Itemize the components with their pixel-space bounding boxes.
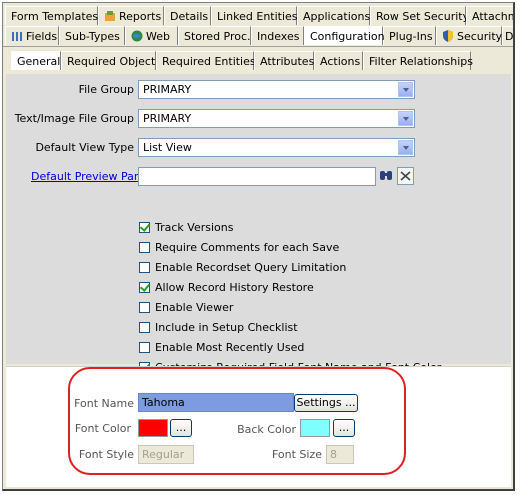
- tab-web[interactable]: Web: [125, 26, 178, 45]
- checkbox-label: Track Versions: [155, 221, 234, 234]
- clear-icon[interactable]: [397, 167, 414, 185]
- tab-configuration[interactable]: Configuration: [304, 26, 385, 45]
- checkbox-label: Allow Record History Restore: [155, 281, 314, 294]
- tab-required-objects[interactable]: Required Objects: [61, 51, 161, 70]
- tab-general[interactable]: General: [11, 51, 61, 70]
- tab-details[interactable]: Details: [164, 6, 211, 25]
- fields-icon: [11, 29, 23, 41]
- tab-required-entities[interactable]: Required Entities: [156, 51, 256, 70]
- file-group-select[interactable]: PRIMARY: [138, 80, 415, 99]
- tab-reports[interactable]: Reports: [98, 6, 164, 25]
- tab-sub-types[interactable]: Sub-Types: [59, 26, 125, 45]
- checkbox-label: Enable Most Recently Used: [155, 341, 305, 354]
- text-image-file-group-select[interactable]: PRIMARY: [138, 109, 415, 128]
- annotation-ring: [68, 367, 406, 475]
- tab-row-1: Form Templates Reports Details Linked En…: [3, 6, 513, 26]
- tab-plug-ins[interactable]: Plug-Ins: [383, 26, 436, 45]
- tab-security[interactable]: Security: [436, 26, 502, 45]
- chevron-down-icon[interactable]: [398, 140, 413, 155]
- tab-attributes[interactable]: Attributes: [254, 51, 314, 70]
- web-globe-icon: [131, 29, 143, 42]
- tab-actions[interactable]: Actions: [314, 51, 363, 70]
- checkbox-track-versions[interactable]: [139, 222, 150, 233]
- tab-separator: [3, 46, 513, 47]
- default-preview-pane-field[interactable]: [138, 167, 376, 186]
- checkbox-label: Require Comments for each Save: [155, 241, 340, 254]
- reports-icon: [104, 9, 116, 21]
- checkbox-label: Include in Setup Checklist: [155, 321, 298, 334]
- file-group-label: File Group: [78, 83, 134, 96]
- checkbox-include-in-setup-checklist[interactable]: [139, 322, 150, 333]
- checkbox-label: Enable Viewer: [155, 301, 234, 314]
- tab-row-2: Fields Sub-Types Web Stored Proc. Indexe…: [3, 26, 513, 46]
- checkbox-enable-viewer[interactable]: [139, 302, 150, 313]
- checkbox-label: Enable Recordset Query Limitation: [155, 261, 347, 274]
- tab-filter-relationships[interactable]: Filter Relationships: [363, 51, 473, 70]
- chevron-down-icon[interactable]: [398, 111, 413, 126]
- tab-row-3: General Required Objects Required Entiti…: [3, 51, 513, 71]
- chevron-down-icon[interactable]: [398, 82, 413, 97]
- checkbox-allow-record-history-restore[interactable]: [139, 282, 150, 293]
- tab-indexes[interactable]: Indexes: [251, 26, 304, 45]
- binoculars-icon[interactable]: [378, 168, 394, 184]
- text-image-file-group-label: Text/Image File Group: [14, 112, 134, 125]
- checkbox-enable-most-recently-used[interactable]: [139, 342, 150, 353]
- default-preview-pane-link[interactable]: Default Preview Pane: [31, 170, 148, 183]
- security-shield-icon: [442, 29, 454, 42]
- tab-stored-proc[interactable]: Stored Proc.: [178, 26, 251, 45]
- tab-fields[interactable]: Fields: [5, 26, 59, 45]
- tab-d[interactable]: D: [502, 26, 513, 45]
- default-view-type-select[interactable]: List View: [138, 138, 415, 157]
- checkbox-require-comments[interactable]: [139, 242, 150, 253]
- tab-attachments[interactable]: Attachme: [466, 6, 513, 25]
- tab-form-templates[interactable]: Form Templates: [5, 6, 98, 25]
- tab-linked-entities[interactable]: Linked Entities: [211, 6, 298, 25]
- tab-row-set-security[interactable]: Row Set Security: [370, 6, 469, 25]
- settings-region: File Group PRIMARY Text/Image File Group…: [6, 74, 511, 374]
- tab-applications[interactable]: Applications: [297, 6, 370, 25]
- checkbox-enable-recordset-query-limitation[interactable]: [139, 262, 150, 273]
- default-view-type-label: Default View Type: [35, 141, 134, 154]
